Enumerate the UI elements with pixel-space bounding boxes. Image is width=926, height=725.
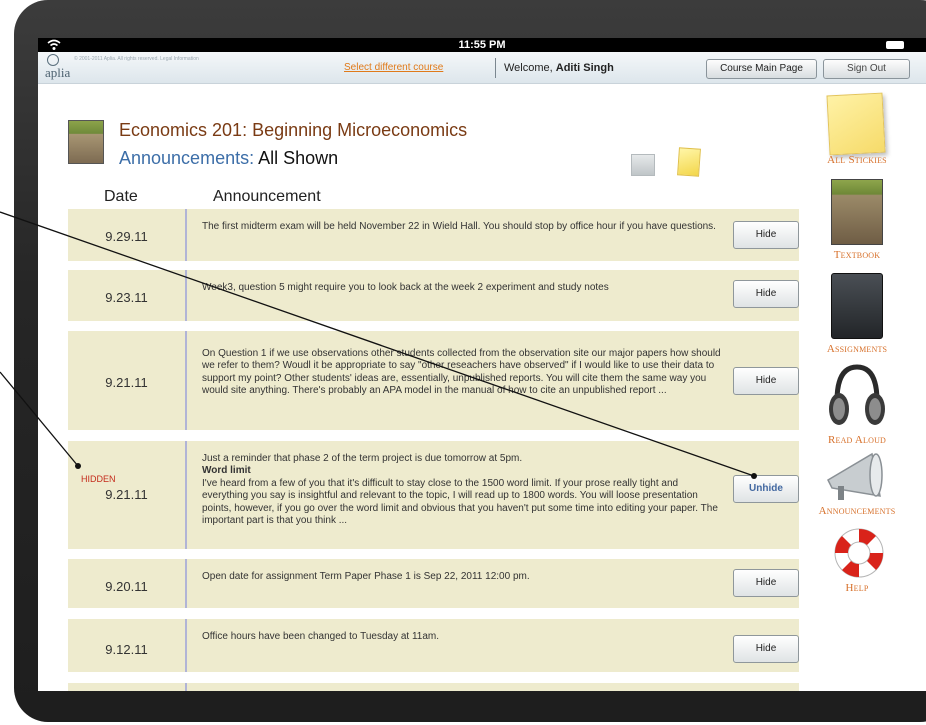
sticky-note-icon[interactable]: [677, 147, 701, 177]
announcement-row: 9.23.11 Week3, question 5 might require …: [68, 270, 799, 321]
status-time: 11:55 PM: [458, 39, 506, 51]
row-text: On Question 1 if we use observations oth…: [202, 348, 721, 397]
row-date: 9.20.11: [105, 579, 148, 594]
life-ring-icon[interactable]: [832, 526, 886, 580]
row-text: I've heard from a few of you that it's d…: [202, 477, 718, 527]
assignments-icon[interactable]: [831, 273, 883, 339]
header-divider: [495, 58, 496, 78]
user-name: Aditi Singh: [555, 62, 614, 74]
row-subtitle: Word limit: [202, 465, 251, 477]
row-text: Open date for assignment Term Paper Phas…: [202, 571, 530, 582]
announcement-row: 9.29.11 The first midterm exam will be h…: [68, 209, 799, 261]
welcome-prefix: Welcome,: [504, 62, 553, 74]
battery-icon: [886, 41, 904, 49]
status-bar: 11:55 PM: [38, 38, 926, 52]
tablet-device: 11:55 PM aplia © 2001-2011 Aplia. All ri…: [0, 0, 926, 725]
sign-out-button[interactable]: Sign Out: [823, 59, 910, 79]
announcement-row: 9.20.11 Open date for assignment Term Pa…: [68, 559, 799, 608]
row-date: 9.21.11: [105, 375, 148, 390]
hidden-badge: HIDDEN: [81, 474, 116, 484]
sidebar-item-announcements[interactable]: Announcements: [804, 505, 910, 517]
course-book-thumbnail: [68, 120, 104, 164]
row-text: The first midterm exam will be held Nove…: [202, 221, 716, 232]
welcome-text: Welcome, Aditi Singh: [504, 62, 614, 74]
sidebar-item-help[interactable]: Help: [804, 582, 910, 594]
sidebar-item-assignments[interactable]: Assignments: [804, 343, 910, 355]
announcement-row: 9.21.11 On Question 1 if we use observat…: [68, 331, 799, 430]
row-date: 9.29.11: [105, 229, 148, 244]
headphones-icon[interactable]: [827, 361, 887, 433]
aplia-logo[interactable]: aplia: [45, 65, 70, 81]
announcement-row-hidden: HIDDEN 9.21.11 Just a reminder that phas…: [68, 441, 799, 549]
sidebar-item-textbook[interactable]: Textbook: [804, 249, 910, 261]
textbook-icon[interactable]: [831, 179, 883, 245]
row-separator: [185, 209, 187, 261]
row-text: Week3, question 5 might require you to l…: [202, 282, 609, 293]
column-header-date: Date: [104, 188, 138, 205]
announcement-row: [68, 683, 799, 691]
row-separator: [185, 683, 187, 691]
app-header: aplia © 2001-2011 Aplia. All rights rese…: [38, 52, 926, 84]
announcement-row: 9.12.11 Office hours have been changed t…: [68, 619, 799, 672]
row-separator: [185, 270, 187, 321]
column-header-announcement: Announcement: [213, 188, 321, 205]
unhide-button[interactable]: Unhide: [733, 475, 799, 503]
sidebar-item-all-stickies[interactable]: All Stickies: [804, 154, 910, 166]
row-date: 9.23.11: [105, 290, 148, 305]
row-separator: [185, 441, 187, 549]
row-text-intro: Just a reminder that phase 2 of the term…: [202, 453, 523, 464]
list-view-icon[interactable]: [631, 154, 655, 176]
screen: 11:55 PM aplia © 2001-2011 Aplia. All ri…: [38, 38, 926, 691]
row-date: 9.12.11: [105, 642, 148, 657]
megaphone-icon[interactable]: [824, 450, 892, 508]
row-separator: [185, 331, 187, 430]
row-text: Office hours have been changed to Tuesda…: [202, 631, 440, 642]
hide-button[interactable]: Hide: [733, 635, 799, 663]
row-separator: [185, 559, 187, 608]
select-course-link[interactable]: Select different course: [344, 62, 443, 73]
copyright-text: © 2001-2011 Aplia. All rights reserved. …: [74, 56, 199, 62]
hide-button[interactable]: Hide: [733, 280, 799, 308]
course-main-page-button[interactable]: Course Main Page: [706, 59, 817, 79]
row-date: 9.21.11: [105, 487, 148, 502]
hide-button[interactable]: Hide: [733, 367, 799, 395]
row-separator: [185, 619, 187, 672]
hide-button[interactable]: Hide: [733, 221, 799, 249]
section-label: Announcements:: [119, 148, 255, 168]
hide-button[interactable]: Hide: [733, 569, 799, 597]
section-title: Announcements: All Shown: [119, 148, 338, 169]
sidebar-item-read-aloud[interactable]: Read Aloud: [804, 434, 910, 446]
course-title: Economics 201: Beginning Microeconomics: [119, 120, 468, 140]
section-filter: All Shown: [258, 148, 339, 168]
row-text-block: Just a reminder that phase 2 of the term…: [202, 453, 724, 527]
sticky-note-icon[interactable]: [826, 92, 886, 156]
